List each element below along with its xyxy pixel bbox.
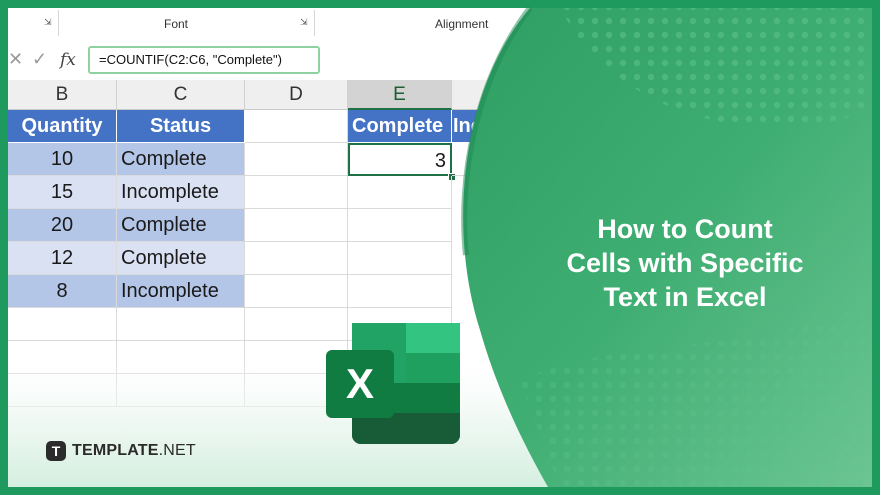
font-dialog-launcher-icon[interactable]: ⇲ xyxy=(300,18,309,27)
ribbon-separator xyxy=(58,10,59,36)
cell-status[interactable]: Complete xyxy=(117,209,245,242)
cell-f2[interactable] xyxy=(452,143,562,176)
cell-quantity[interactable]: 20 xyxy=(8,209,117,242)
cell-f1[interactable]: Incomplete xyxy=(452,110,562,143)
cell-c9[interactable] xyxy=(117,374,245,407)
cell-b9[interactable] xyxy=(8,374,117,407)
cell-e3[interactable] xyxy=(348,176,452,209)
page-frame: ⇲ Font ⇲ Alignment ✕ ✓ fx =COUNTIF(C2:C6… xyxy=(0,0,880,495)
cell-quantity[interactable]: 15 xyxy=(8,176,117,209)
cell-status[interactable]: Incomplete xyxy=(117,176,245,209)
cell-c8[interactable] xyxy=(117,341,245,374)
fx-icon[interactable]: fx xyxy=(60,50,76,70)
ribbon-group-alignment: Alignment xyxy=(435,17,489,31)
cell-d3[interactable] xyxy=(245,176,348,209)
cell-quantity[interactable]: 12 xyxy=(8,242,117,275)
ribbon-separator xyxy=(314,10,315,36)
x-icon[interactable]: ✕ xyxy=(8,49,23,70)
cell-status[interactable]: Complete xyxy=(117,143,245,176)
cell-status[interactable]: Complete xyxy=(117,242,245,275)
brand-name-rest: .NET xyxy=(158,442,196,459)
cell-status[interactable]: Incomplete xyxy=(117,275,245,308)
cell-d1[interactable] xyxy=(245,110,348,143)
cell-e6[interactable] xyxy=(348,275,452,308)
column-header-b[interactable]: B xyxy=(8,80,117,110)
excel-logo-letter: X xyxy=(346,360,374,407)
cell-b8[interactable] xyxy=(8,341,117,374)
cell-c1[interactable]: Status xyxy=(117,110,245,143)
page-title: How to Count Cells with Specific Text in… xyxy=(530,212,840,314)
check-icon[interactable]: ✓ xyxy=(32,49,47,70)
brand-logo[interactable]: T TEMPLATE.NET xyxy=(46,440,196,462)
formula-bar: ✕ ✓ fx =COUNTIF(C2:C6, "Complete") xyxy=(8,40,872,80)
formula-input[interactable]: =COUNTIF(C2:C6, "Complete") xyxy=(88,46,320,74)
brand-mark-icon: T xyxy=(46,441,66,461)
cell-b1[interactable]: Quantity xyxy=(8,110,117,143)
dialog-launcher-icon[interactable]: ⇲ xyxy=(44,18,53,27)
brand-name-bold: TEMPLATE xyxy=(72,442,159,459)
cell-quantity[interactable]: 10 xyxy=(8,143,117,176)
title-line: Text in Excel xyxy=(603,282,767,312)
column-header-c[interactable]: C xyxy=(117,80,245,110)
cell-e2-active[interactable]: 3 xyxy=(348,143,452,176)
column-header-e[interactable]: E xyxy=(348,80,452,110)
cell-b7[interactable] xyxy=(8,308,117,341)
excel-logo-icon: X xyxy=(326,323,460,444)
cell-c7[interactable] xyxy=(117,308,245,341)
ribbon-group-bar: ⇲ Font ⇲ Alignment xyxy=(8,8,872,41)
cell-d6[interactable] xyxy=(245,275,348,308)
brand-name: TEMPLATE.NET xyxy=(72,442,196,460)
cell-d5[interactable] xyxy=(245,242,348,275)
ribbon-group-font: Font xyxy=(164,17,189,31)
column-header-f[interactable]: F xyxy=(452,80,562,110)
cell-e5[interactable] xyxy=(348,242,452,275)
title-line: How to Count xyxy=(597,214,773,244)
cell-d4[interactable] xyxy=(245,209,348,242)
cell-e4[interactable] xyxy=(348,209,452,242)
cell-quantity[interactable]: 8 xyxy=(8,275,117,308)
cell-d2[interactable] xyxy=(245,143,348,176)
title-line: Cells with Specific xyxy=(566,248,804,278)
cell-e1[interactable]: Complete xyxy=(348,110,452,143)
column-header-d[interactable]: D xyxy=(245,80,348,110)
